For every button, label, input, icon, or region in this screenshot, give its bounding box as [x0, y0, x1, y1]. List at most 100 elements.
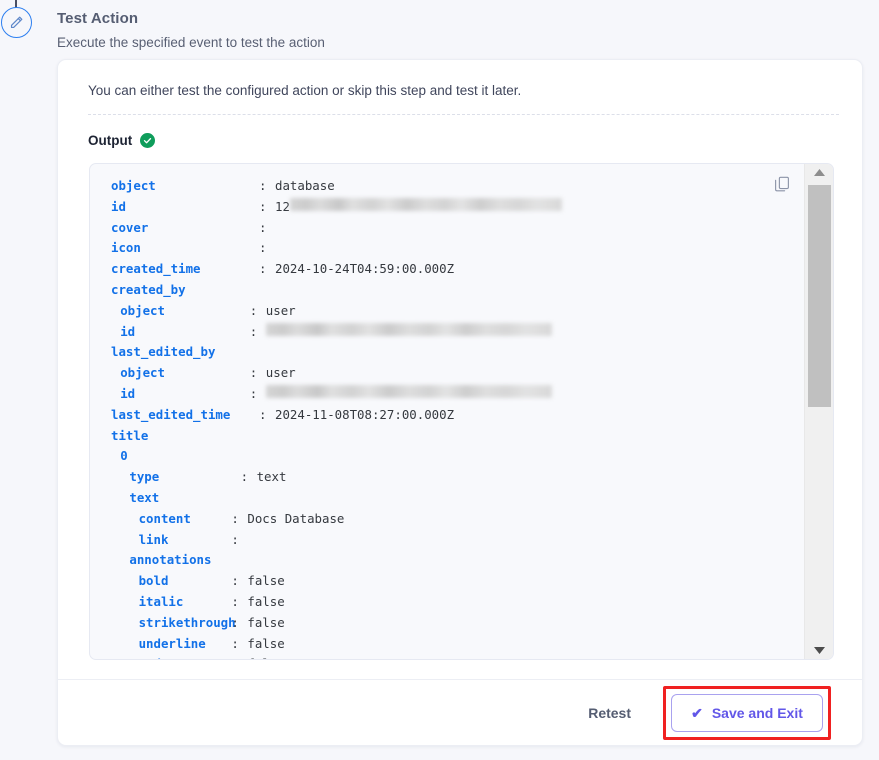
redacted-value	[289, 197, 562, 211]
intro-text: You can either test the configured actio…	[88, 83, 522, 98]
scrollbar-down-arrow[interactable]	[805, 642, 833, 659]
json-key: link	[138, 531, 169, 547]
json-value: 2024-11-08T08:27:00.000Z	[275, 406, 455, 422]
section-header: Test Action Execute the specified event …	[57, 9, 657, 53]
json-line: last_edited_time:2024-11-08T08:27:00.000…	[90, 405, 804, 426]
json-colon: :	[231, 593, 239, 609]
json-key: last_edited_time	[111, 406, 231, 422]
json-key: code	[111, 654, 231, 659]
json-key: bold	[138, 573, 169, 589]
json-key: object	[120, 365, 165, 381]
json-value: 2024-10-24T04:59:00.000Z	[275, 261, 455, 277]
json-colon: :	[259, 261, 267, 277]
json-value: user	[265, 365, 296, 381]
json-line: created_by:	[90, 280, 804, 301]
json-line: link:	[90, 530, 804, 551]
json-colon: :	[259, 178, 267, 193]
json-line: strikethrough: false	[90, 613, 804, 634]
json-colon: :	[259, 406, 267, 422]
json-line: cover:	[90, 218, 804, 239]
save-and-exit-button[interactable]: ✔ Save and Exit	[671, 693, 823, 732]
json-key: id	[111, 198, 126, 214]
json-key: created_by	[111, 281, 186, 297]
json-key: content	[138, 510, 191, 526]
check-icon: ✔	[691, 704, 703, 721]
json-colon: :	[231, 531, 239, 547]
card-body: You can either test the configured actio…	[58, 60, 862, 681]
json-key: created_time	[111, 261, 201, 277]
save-exit-highlight-box: ✔ Save and Exit	[663, 685, 831, 740]
json-colon: :	[249, 385, 258, 401]
json-colon: :	[231, 573, 239, 589]
save-and-exit-label: Save and Exit	[711, 704, 803, 721]
json-key: cover	[111, 219, 149, 235]
json-key: object	[120, 302, 165, 318]
json-value: false	[247, 573, 285, 589]
json-value: false	[247, 654, 284, 659]
triangle-up-icon	[814, 169, 825, 176]
json-line: annotations:	[90, 550, 804, 571]
output-json-viewer[interactable]: object: database id:12 cover: icon: created_t…	[89, 163, 834, 660]
json-line: text:	[90, 488, 804, 509]
json-line: object: user	[90, 363, 804, 384]
json-line: created_time:2024-10-24T04:59:00.000Z	[90, 259, 804, 280]
json-line: content: Docs Database	[90, 509, 804, 530]
json-value: user	[265, 302, 296, 318]
json-line: code:false	[90, 654, 804, 659]
json-line: id:	[90, 384, 804, 405]
json-line: icon:	[90, 238, 804, 259]
json-key: icon	[111, 240, 141, 256]
json-value: false	[247, 593, 285, 609]
json-colon: :	[231, 614, 239, 630]
json-colon: :	[231, 635, 239, 651]
json-key: strikethrough	[138, 614, 236, 630]
output-header-row: Output	[88, 133, 156, 148]
json-key: annotations	[129, 552, 212, 568]
json-value: database	[275, 178, 335, 193]
redacted-value	[265, 384, 552, 398]
json-line: bold: false	[90, 571, 804, 592]
json-key: underline	[138, 635, 206, 651]
step-icon-circle[interactable]	[1, 7, 32, 38]
redacted-value	[265, 322, 552, 336]
json-value: false	[247, 614, 285, 630]
json-line: title:	[90, 426, 804, 447]
card-footer: Retest ✔ Save and Exit	[58, 679, 862, 745]
json-line: object: database	[90, 176, 804, 197]
json-key: type	[129, 469, 160, 485]
page-title: Test Action	[57, 10, 139, 27]
copy-icon[interactable]	[773, 175, 791, 193]
json-colon: :	[249, 365, 258, 381]
scrollbar-up-arrow[interactable]	[805, 164, 833, 181]
scrollbar-thumb[interactable]	[808, 185, 831, 407]
json-colon: :	[231, 654, 247, 659]
dashed-divider	[88, 114, 839, 115]
json-scrollbar[interactable]	[804, 164, 833, 659]
json-colon: :	[231, 510, 239, 526]
page-subtitle: Execute the specified event to test the …	[57, 35, 325, 50]
retest-button[interactable]: Retest	[582, 697, 637, 729]
json-key: object	[111, 178, 156, 193]
json-value: Docs Database	[247, 510, 345, 526]
json-line: type: text	[90, 467, 804, 488]
json-key: id	[120, 385, 136, 401]
json-value: text	[256, 469, 287, 485]
json-key: title	[111, 427, 149, 443]
json-colon: :	[259, 198, 267, 214]
output-label: Output	[88, 133, 133, 148]
json-line: id:12	[90, 197, 804, 218]
triangle-down-icon	[814, 647, 825, 654]
json-line: 0:	[90, 446, 804, 467]
json-scroll-area: object: database id:12 cover: icon: created_t…	[90, 164, 804, 659]
status-badge	[140, 133, 156, 148]
json-key: italic	[138, 593, 184, 609]
json-line: italic: false	[90, 592, 804, 613]
step-rail	[0, 0, 34, 760]
json-line: object: user	[90, 301, 804, 322]
json-lines: object: database id:12 cover: icon: created_t…	[90, 176, 804, 659]
json-line: id:	[90, 322, 804, 343]
json-colon: :	[249, 323, 258, 339]
json-key: last_edited_by	[111, 344, 216, 360]
json-colon: :	[249, 302, 258, 318]
test-action-card: You can either test the configured actio…	[57, 59, 863, 746]
